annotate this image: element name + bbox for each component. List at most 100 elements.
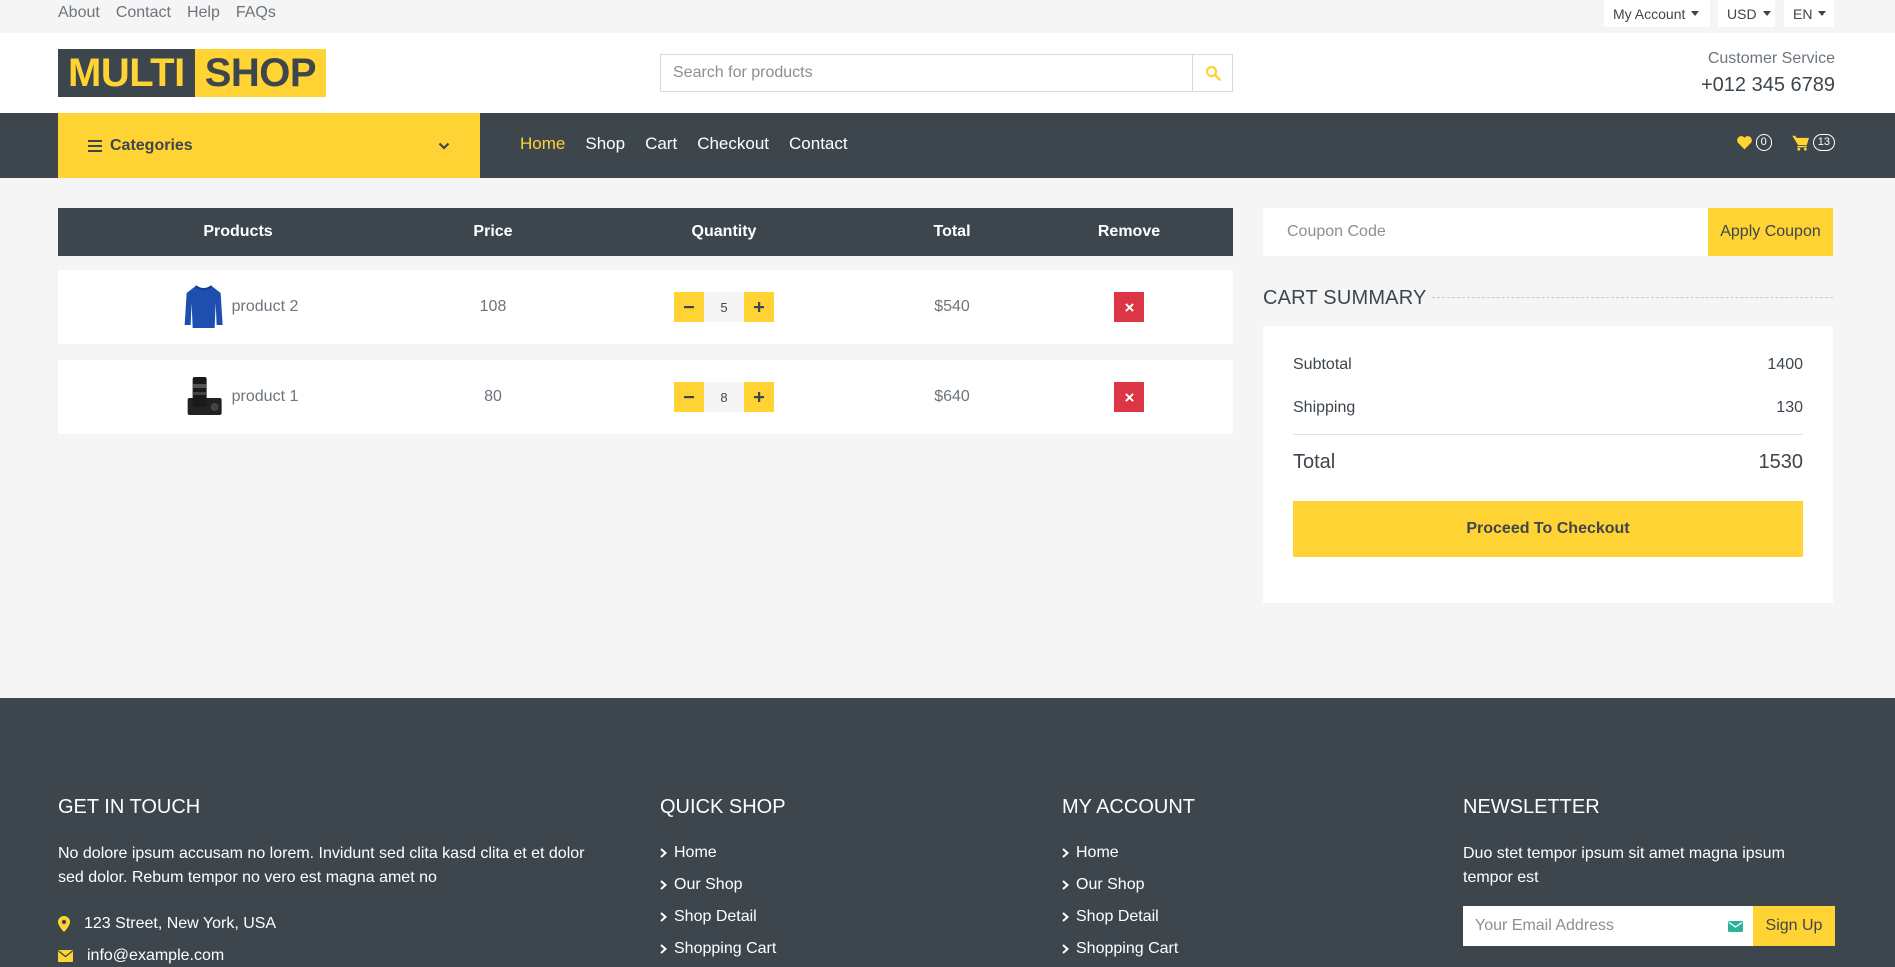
chevron-right-icon <box>1062 944 1069 954</box>
total-label: Total <box>1293 451 1336 473</box>
product-cell: product 1 <box>184 374 299 420</box>
top-link-about[interactable]: About <box>58 4 100 22</box>
get-in-touch-title: GET IN TOUCH <box>58 796 201 818</box>
caret-down-icon <box>1818 11 1827 16</box>
newsletter-title: NEWSLETTER <box>1463 796 1600 818</box>
cart-table-header: Products Price Quantity Total Remove <box>58 208 1233 256</box>
nav-item-home[interactable]: Home <box>520 134 565 154</box>
proceed-to-checkout-button[interactable]: Proceed To Checkout <box>1293 501 1803 557</box>
main-menu: Home Shop Cart Checkout Contact <box>520 134 848 154</box>
quick-shop-link-our-shop[interactable]: Our Shop <box>660 874 776 896</box>
chevron-right-icon <box>660 848 667 858</box>
top-link-help[interactable]: Help <box>187 4 220 22</box>
link-label: Home <box>674 844 717 861</box>
my-account-dropdown[interactable]: My Account <box>1604 0 1710 27</box>
email-line: info@example.com <box>58 947 224 965</box>
chevron-right-icon <box>1062 848 1069 858</box>
remove-cell <box>1114 382 1144 412</box>
top-links: About Contact Help FAQs <box>58 4 276 22</box>
price-cell: 108 <box>479 298 507 315</box>
search-bar <box>660 54 1233 92</box>
my-account-label: My Account <box>1613 5 1686 22</box>
customer-service-label: Customer Service <box>1707 50 1835 67</box>
link-label: Shopping Cart <box>1076 940 1179 957</box>
subtotal-value: 1400 <box>1767 356 1803 373</box>
my-account-link-shop-detail[interactable]: Shop Detail <box>1062 906 1178 928</box>
quantity-stepper <box>674 382 774 412</box>
cart-count-badge: 13 <box>1812 134 1835 151</box>
envelope-icon <box>58 950 73 962</box>
quick-shop-link-shopping-cart[interactable]: Shopping Cart <box>660 938 776 960</box>
header-total: Total <box>933 223 971 240</box>
total-value: 1530 <box>1758 451 1804 473</box>
wishlist-button[interactable]: 0 <box>1736 134 1772 151</box>
product-image-camera[interactable] <box>184 374 224 420</box>
my-account-links: Home Our Shop Shop Detail Shopping Cart <box>1062 842 1178 960</box>
newsletter-form: Sign Up <box>1463 906 1835 946</box>
cart-button[interactable]: 13 <box>1792 134 1835 151</box>
coupon-input[interactable] <box>1263 208 1708 256</box>
link-label: Home <box>1076 844 1119 861</box>
quantity-input[interactable] <box>704 382 744 412</box>
remove-item-button[interactable] <box>1114 292 1144 322</box>
language-dropdown[interactable]: EN <box>1784 0 1834 27</box>
nav-item-cart[interactable]: Cart <box>645 134 677 154</box>
search-button[interactable] <box>1192 55 1232 91</box>
language-label: EN <box>1793 5 1813 22</box>
decrease-quantity-button[interactable] <box>674 382 704 412</box>
chevron-right-icon <box>1062 880 1069 890</box>
chevron-down-icon <box>438 142 450 150</box>
link-label: Our Shop <box>674 876 743 893</box>
plus-icon <box>754 302 764 312</box>
increase-quantity-button[interactable] <box>744 292 774 322</box>
remove-cell <box>1114 292 1144 322</box>
quantity-input[interactable] <box>704 292 744 322</box>
address-text: 123 Street, New York, USA <box>84 915 277 932</box>
product-cell: product 2 <box>184 283 299 331</box>
cart-row: product 2 108 $540 <box>58 270 1233 344</box>
shipping-row: Shipping 130 <box>1293 399 1803 417</box>
close-icon <box>1124 392 1134 402</box>
increase-quantity-button[interactable] <box>744 382 774 412</box>
nav-icons: 0 13 <box>1736 134 1835 151</box>
subtotal-row: Subtotal 1400 <box>1293 356 1803 374</box>
my-account-link-shopping-cart[interactable]: Shopping Cart <box>1062 938 1178 960</box>
minus-icon <box>684 396 694 399</box>
quick-shop-link-home[interactable]: Home <box>660 842 776 864</box>
nav-item-shop[interactable]: Shop <box>585 134 625 154</box>
currency-dropdown[interactable]: USD <box>1718 0 1775 27</box>
chevron-right-icon <box>660 880 667 890</box>
top-link-contact[interactable]: Contact <box>116 4 171 22</box>
nav-item-contact[interactable]: Contact <box>789 134 848 154</box>
header-remove: Remove <box>1097 223 1161 240</box>
newsletter-email-input[interactable] <box>1463 906 1717 946</box>
decrease-quantity-button[interactable] <box>674 292 704 322</box>
search-icon <box>1205 65 1221 81</box>
cart-icon <box>1792 135 1809 151</box>
address-line: 123 Street, New York, USA <box>58 915 276 933</box>
product-name[interactable]: product 2 <box>232 298 299 316</box>
categories-label: Categories <box>110 136 193 154</box>
nav-item-checkout[interactable]: Checkout <box>697 134 769 154</box>
search-input[interactable] <box>661 55 1192 91</box>
caret-down-icon <box>1762 11 1771 16</box>
newsletter-text: Duo stet tempor ipsum sit amet magna ips… <box>1463 845 1785 886</box>
email-autofill-icon <box>1717 906 1753 946</box>
quantity-stepper <box>674 292 774 322</box>
apply-coupon-button[interactable]: Apply Coupon <box>1708 208 1833 256</box>
product-image-sweater[interactable] <box>184 283 224 331</box>
quick-shop-link-shop-detail[interactable]: Shop Detail <box>660 906 776 928</box>
chevron-right-icon <box>1062 912 1069 922</box>
email-text[interactable]: info@example.com <box>87 947 224 965</box>
categories-toggle[interactable]: Categories <box>58 113 480 178</box>
link-label: Shop Detail <box>1076 908 1159 925</box>
header-quantity: Quantity <box>691 223 757 240</box>
top-link-faqs[interactable]: FAQs <box>236 4 276 22</box>
product-name[interactable]: product 1 <box>232 388 299 406</box>
heart-icon <box>1736 136 1752 150</box>
my-account-link-our-shop[interactable]: Our Shop <box>1062 874 1178 896</box>
sign-up-button[interactable]: Sign Up <box>1753 906 1835 946</box>
logo[interactable]: MULTI SHOP <box>58 49 327 97</box>
my-account-link-home[interactable]: Home <box>1062 842 1178 864</box>
remove-item-button[interactable] <box>1114 382 1144 412</box>
